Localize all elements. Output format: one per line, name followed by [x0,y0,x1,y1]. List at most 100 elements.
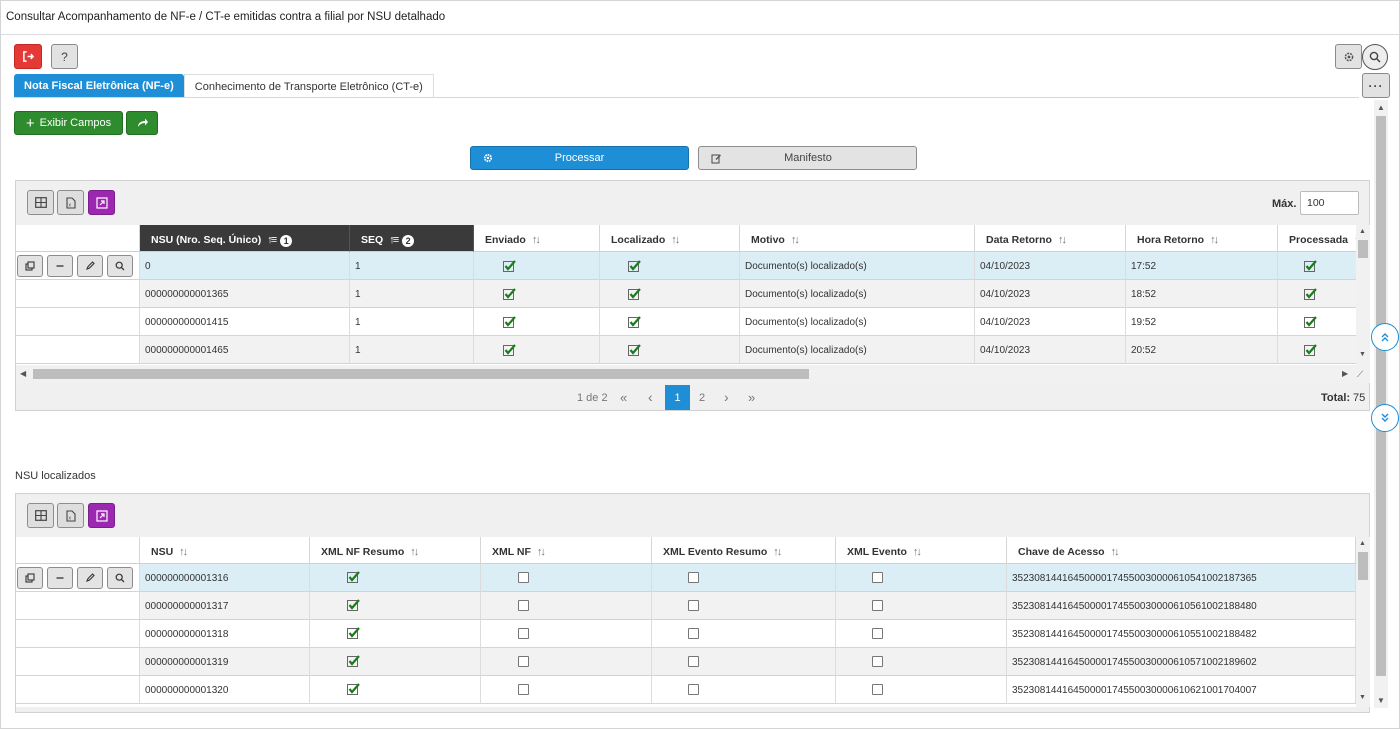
grid1-vscroll-thumb[interactable] [1358,240,1368,258]
row-view-button[interactable] [107,567,133,589]
scroll-left-arrow[interactable]: ◀ [20,369,26,378]
grid1-header-hora-label: Hora Retorno [1137,234,1205,246]
table-cell [600,308,740,336]
search-button[interactable] [1362,44,1388,70]
sort-icon: ↑↓ [773,546,782,558]
help-button[interactable]: ? [51,44,78,69]
table-cell [474,280,600,308]
more-icon: ··· [1368,78,1384,93]
max-input[interactable] [1300,191,1359,215]
row-edit-button[interactable] [77,255,103,277]
xml-evento-resumo-checkbox[interactable] [688,628,699,639]
grid1-header-localizado-label: Localizado [611,234,666,246]
xml-evento-checkbox[interactable] [872,600,883,611]
grid1-header-seq[interactable]: SEQ ↑≡ 2 [350,225,474,252]
grid1-header-nsu[interactable]: NSU (Nro. Seq. Único) ↑≡ 1 [140,225,350,252]
grid2-header-xml-nf[interactable]: XML NF ↑↓ [481,537,652,564]
scroll-down-arrow[interactable]: ▼ [1359,351,1366,358]
scroll-up-arrow[interactable]: ▲ [1359,228,1366,235]
grid2-header-nsu[interactable]: NSU ↑↓ [140,537,310,564]
app-window: Consultar Acompanhamento de NF-e / CT-e … [0,0,1400,729]
grid1-hscrollbar[interactable]: ◀ ▶ ⟋ [16,365,1370,383]
resize-grip-icon[interactable]: ⟋ [1357,369,1363,380]
grid2-export-button[interactable]: x [57,503,84,528]
grid1-header-localizado[interactable]: Localizado ↑↓ [600,225,740,252]
xml-evento-checkbox[interactable] [872,628,883,639]
xml-nf-checkbox[interactable] [518,656,529,667]
scroll-to-bottom-button[interactable] [1371,404,1399,432]
sort-icon: ↑↓ [1110,546,1120,558]
grid2-expand-button[interactable] [88,503,115,528]
scroll-down-arrow[interactable]: ▼ [1377,696,1385,705]
scroll-down-arrow[interactable]: ▼ [1359,694,1366,701]
pager-prev-button[interactable]: ‹ [648,389,653,405]
grid1-header-motivo[interactable]: Motivo ↑↓ [740,225,975,252]
settings-button[interactable] [1335,44,1362,69]
xml-evento-checkbox[interactable] [872,572,883,583]
xml-nf-checkbox[interactable] [518,684,529,695]
grid1-hscroll-thumb[interactable] [33,369,809,379]
grid1-header-data[interactable]: Data Retorno ↑↓ [975,225,1126,252]
grid1-header-hora[interactable]: Hora Retorno ↑↓ [1126,225,1278,252]
pager-last-button[interactable]: » [748,390,755,405]
xml-evento-resumo-checkbox[interactable] [688,572,699,583]
pager-page-1[interactable]: 1 [665,385,690,410]
grid1-header-enviado[interactable]: Enviado ↑↓ [474,225,600,252]
grid1-export-button[interactable]: x [57,190,84,215]
xml-evento-resumo-checkbox[interactable] [688,684,699,695]
xml-nf-checkbox[interactable] [518,572,529,583]
scroll-up-arrow[interactable]: ▲ [1359,540,1366,547]
exit-button[interactable] [14,44,42,69]
share-button[interactable] [126,111,158,135]
grid2-header-xml-evento[interactable]: XML Evento ↑↓ [836,537,1007,564]
copy-icon [25,573,35,583]
grid1-header-processada[interactable]: Processada↑ [1278,225,1356,252]
grid2-header-actions [16,537,140,564]
pager-next-button[interactable]: › [724,389,729,405]
grid2-header-chave[interactable]: Chave de Acesso ↑↓ [1007,537,1356,564]
pencil-icon [86,261,95,270]
table-cell: 000000000001320 [140,676,310,704]
grid1-layout-button[interactable] [27,190,54,215]
more-options-button[interactable]: ··· [1362,73,1390,98]
chave-acesso-cell: 3523081441645000017455003000061062100170… [1012,685,1257,696]
tab-nfe[interactable]: Nota Fiscal Eletrônica (NF-e) [14,74,184,98]
tab-cte[interactable]: Conhecimento de Transporte Eletrônico (C… [183,74,434,98]
scroll-up-arrow[interactable]: ▲ [1377,103,1385,112]
xml-nf-checkbox[interactable] [518,628,529,639]
grid2-vscroll-thumb[interactable] [1358,552,1368,580]
table-cell: 04/10/2023 [975,308,1126,336]
row-remove-button[interactable] [47,255,73,277]
scroll-to-top-button[interactable] [1371,323,1399,351]
exibir-campos-button[interactable]: + Exibir Campos [14,111,123,135]
chave-acesso-cell: 3523081441645000017455003000061056100218… [1012,601,1257,612]
row-remove-button[interactable] [47,567,73,589]
hora-retorno-cell: 19:52 [1131,317,1157,328]
grid2-header-xml-evento-resumo[interactable]: XML Evento Resumo ↑↓ [652,537,836,564]
table-cell: 1 [350,252,474,280]
grid1-vscrollbar[interactable]: ▲ ▼ [1356,225,1370,365]
row-copy-button[interactable] [17,255,43,277]
table-cell: 20:52 [1126,336,1278,364]
grid2-header-xml-nf-resumo[interactable]: XML NF Resumo ↑↓ [310,537,481,564]
pager-first-button[interactable]: « [620,390,627,405]
xml-evento-resumo-checkbox[interactable] [688,600,699,611]
manifesto-button[interactable]: Manifesto [698,146,917,170]
xml-evento-checkbox[interactable] [872,656,883,667]
row-copy-button[interactable] [17,567,43,589]
main-scroll-thumb[interactable] [1376,116,1386,676]
total-label: Total: [1321,392,1351,404]
pager-page-2[interactable]: 2 [699,392,705,404]
xml-evento-checkbox[interactable] [872,684,883,695]
scroll-right-arrow[interactable]: ▶ [1342,369,1348,378]
row-edit-button[interactable] [77,567,103,589]
processar-button[interactable]: Processar [470,146,689,170]
grid2-layout-button[interactable] [27,503,54,528]
grid2-vscrollbar[interactable]: ▲ ▼ [1356,537,1370,707]
row-view-button[interactable] [107,255,133,277]
grid1-expand-button[interactable] [88,190,115,215]
xml-nf-checkbox[interactable] [518,600,529,611]
xml-evento-resumo-checkbox[interactable] [688,656,699,667]
sort-icon: ↑↓ [790,234,800,246]
tab-divider [14,97,1359,98]
